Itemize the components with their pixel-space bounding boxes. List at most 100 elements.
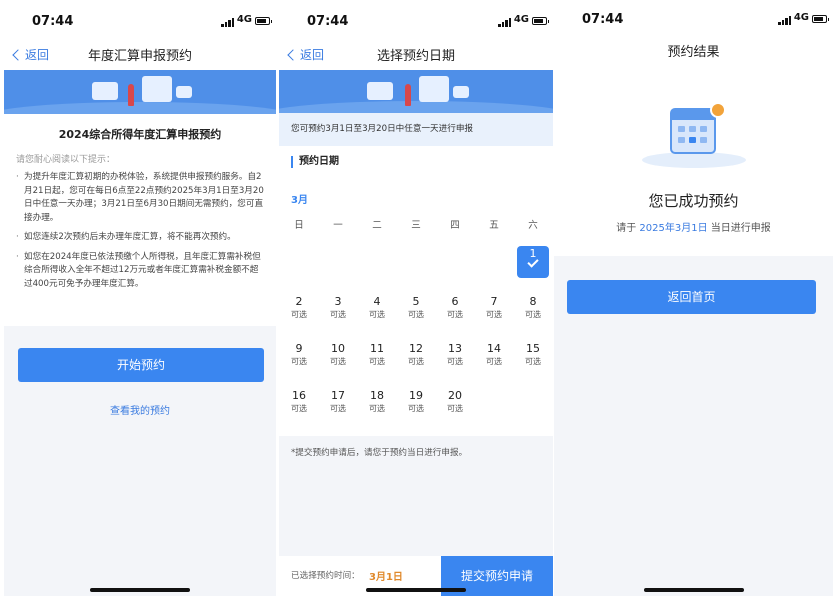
result-panel: 07:44 4G 预约结果 您已成功预约 请于 2025年3月1日 当日进行申报 xyxy=(554,0,833,256)
calendar-day[interactable]: 18 可选 xyxy=(361,387,393,419)
calendar-day[interactable]: 8 可选 xyxy=(517,293,549,325)
day-status: 可选 xyxy=(486,310,502,319)
day-number: 12 xyxy=(409,342,423,355)
day-status: 可选 xyxy=(291,310,307,319)
nav-bar: 返回 年度汇算申报预约 xyxy=(4,42,276,70)
notice-panel: 2024综合所得年度汇算申报预约 请您耐心阅读以下提示： 为提升年度汇算初期的办… xyxy=(4,114,276,326)
day-number: 3 xyxy=(334,295,342,308)
day-number: 13 xyxy=(448,342,462,355)
signal-icon xyxy=(778,15,791,25)
nav-bar: 返回 选择预约日期 xyxy=(279,42,553,70)
day-number: 16 xyxy=(292,389,306,402)
home-indicator xyxy=(366,588,466,592)
day-status: 可选 xyxy=(408,310,424,319)
day-number: 18 xyxy=(370,389,384,402)
calendar-day[interactable]: 14 可选 xyxy=(478,340,510,372)
calendar-day[interactable]: 12 可选 xyxy=(400,340,432,372)
day-number: 2 xyxy=(295,295,303,308)
day-number: 8 xyxy=(529,295,537,308)
notice-paragraph: 如您连续2次预约后未办理年度汇算，将不能再次预约。 xyxy=(16,231,264,245)
reserved-date: 2025年3月1日 xyxy=(639,223,708,234)
day-status: 可选 xyxy=(369,357,385,366)
day-number: 7 xyxy=(490,295,498,308)
calendar-day[interactable]: 10 可选 xyxy=(322,340,354,372)
weekday-label: 三 xyxy=(411,220,421,231)
success-message: 您已成功预约 xyxy=(648,192,739,210)
battery-icon xyxy=(812,15,829,23)
weekday-label: 六 xyxy=(528,220,538,231)
selected-time-value: 3月1日 xyxy=(369,572,403,583)
page-title: 选择预约日期 xyxy=(376,49,455,64)
battery-icon xyxy=(532,17,549,25)
weekday-label: 日 xyxy=(294,220,304,231)
selected-time-label: 已选择预约时间： xyxy=(291,571,360,581)
calendar-day[interactable]: 5 可选 xyxy=(400,293,432,325)
calendar-day[interactable]: 15 可选 xyxy=(517,340,549,372)
weekday-label: 一 xyxy=(333,220,343,231)
calendar-day[interactable]: 19 可选 xyxy=(400,387,432,419)
day-number: 14 xyxy=(487,342,501,355)
screen-reservation-result: 07:44 4G 预约结果 您已成功预约 请于 2025年3月1日 当日进行申报 xyxy=(554,0,833,596)
status-bar: 07:44 4G xyxy=(279,0,553,42)
calendar-day[interactable]: 9 可选 xyxy=(283,340,315,372)
date-range-notice: 您可预约3月1日至3月20日中任意一天进行申报 xyxy=(279,113,553,146)
day-number: 19 xyxy=(409,389,423,402)
day-number: 5 xyxy=(412,295,420,308)
section-title: 预约日期 xyxy=(291,156,339,168)
calendar-day[interactable]: 6 可选 xyxy=(439,293,471,325)
day-status: 可选 xyxy=(291,404,307,413)
screen-reservation-intro: 07:44 4G 返回 年度汇算申报预约 2024综合所得年度汇算申报预约 请您… xyxy=(4,0,276,596)
home-indicator xyxy=(90,588,190,592)
day-status: 可选 xyxy=(369,404,385,413)
notice-paragraph: 为提升年度汇算初期的办税体验，系统提供申报预约服务。自2月21日起，您可在每日6… xyxy=(16,171,264,225)
status-bar: 07:44 4G xyxy=(554,0,833,36)
day-status: 可选 xyxy=(486,357,502,366)
day-status: 可选 xyxy=(408,357,424,366)
day-status: 可选 xyxy=(525,310,541,319)
calendar-day[interactable]: 17 可选 xyxy=(322,387,354,419)
status-bar: 07:44 4G xyxy=(4,0,276,42)
calendar-day[interactable]: 2 可选 xyxy=(283,293,315,325)
notice-paragraph: 如您在2024年度已依法预缴个人所得税，且年度汇算需补税但综合所得收入全年不超过… xyxy=(16,251,264,292)
success-subtext: 请于 2025年3月1日 当日进行申报 xyxy=(554,219,833,234)
day-status: 可选 xyxy=(330,357,346,366)
day-number: 15 xyxy=(526,342,540,355)
start-reservation-button[interactable]: 开始预约 xyxy=(18,348,264,382)
return-home-button[interactable]: 返回首页 xyxy=(567,280,816,314)
day-status: 可选 xyxy=(369,310,385,319)
calendar-day[interactable]: 4 可选 xyxy=(361,293,393,325)
calendar-day[interactable]: 20 可选 xyxy=(439,387,471,419)
network-label: 4G xyxy=(513,14,529,25)
status-time: 07:44 xyxy=(582,12,624,27)
page-title: 年度汇算申报预约 xyxy=(87,49,192,64)
calendar-day-selected[interactable]: 1 xyxy=(517,246,549,278)
day-status: 可选 xyxy=(447,357,463,366)
weekday-label: 五 xyxy=(489,220,499,231)
calendar-day[interactable]: 11 可选 xyxy=(361,340,393,372)
status-time: 07:44 xyxy=(32,14,74,29)
signal-icon xyxy=(498,17,511,27)
day-number: 6 xyxy=(451,295,459,308)
calendar-day[interactable]: 3 可选 xyxy=(322,293,354,325)
day-number: 17 xyxy=(331,389,345,402)
battery-icon xyxy=(255,17,272,25)
banner-illustration xyxy=(4,70,276,114)
signal-icon xyxy=(221,17,234,27)
calendar-day[interactable]: 7 可选 xyxy=(478,293,510,325)
status-time: 07:44 xyxy=(307,14,349,29)
calendar-day[interactable]: 16 可选 xyxy=(283,387,315,419)
day-status: 可选 xyxy=(447,404,463,413)
my-reservation-link[interactable]: 查看我的预约 xyxy=(4,402,276,417)
notice-hint: 请您耐心阅读以下提示： xyxy=(16,155,116,165)
subtext-suffix: 当日进行申报 xyxy=(710,223,771,234)
day-status: 可选 xyxy=(408,404,424,413)
weekday-label: 四 xyxy=(450,220,460,231)
network-label: 4G xyxy=(236,14,252,25)
calendar-day[interactable]: 13 可选 xyxy=(439,340,471,372)
calendar-check-icon xyxy=(642,102,746,168)
submit-footnote: *提交预约申请后，请您于预约当日进行申报。 xyxy=(291,448,468,458)
day-number: 11 xyxy=(370,342,384,355)
day-status: 可选 xyxy=(447,310,463,319)
day-number: 4 xyxy=(373,295,381,308)
calendar-month: 3月 xyxy=(291,195,308,206)
